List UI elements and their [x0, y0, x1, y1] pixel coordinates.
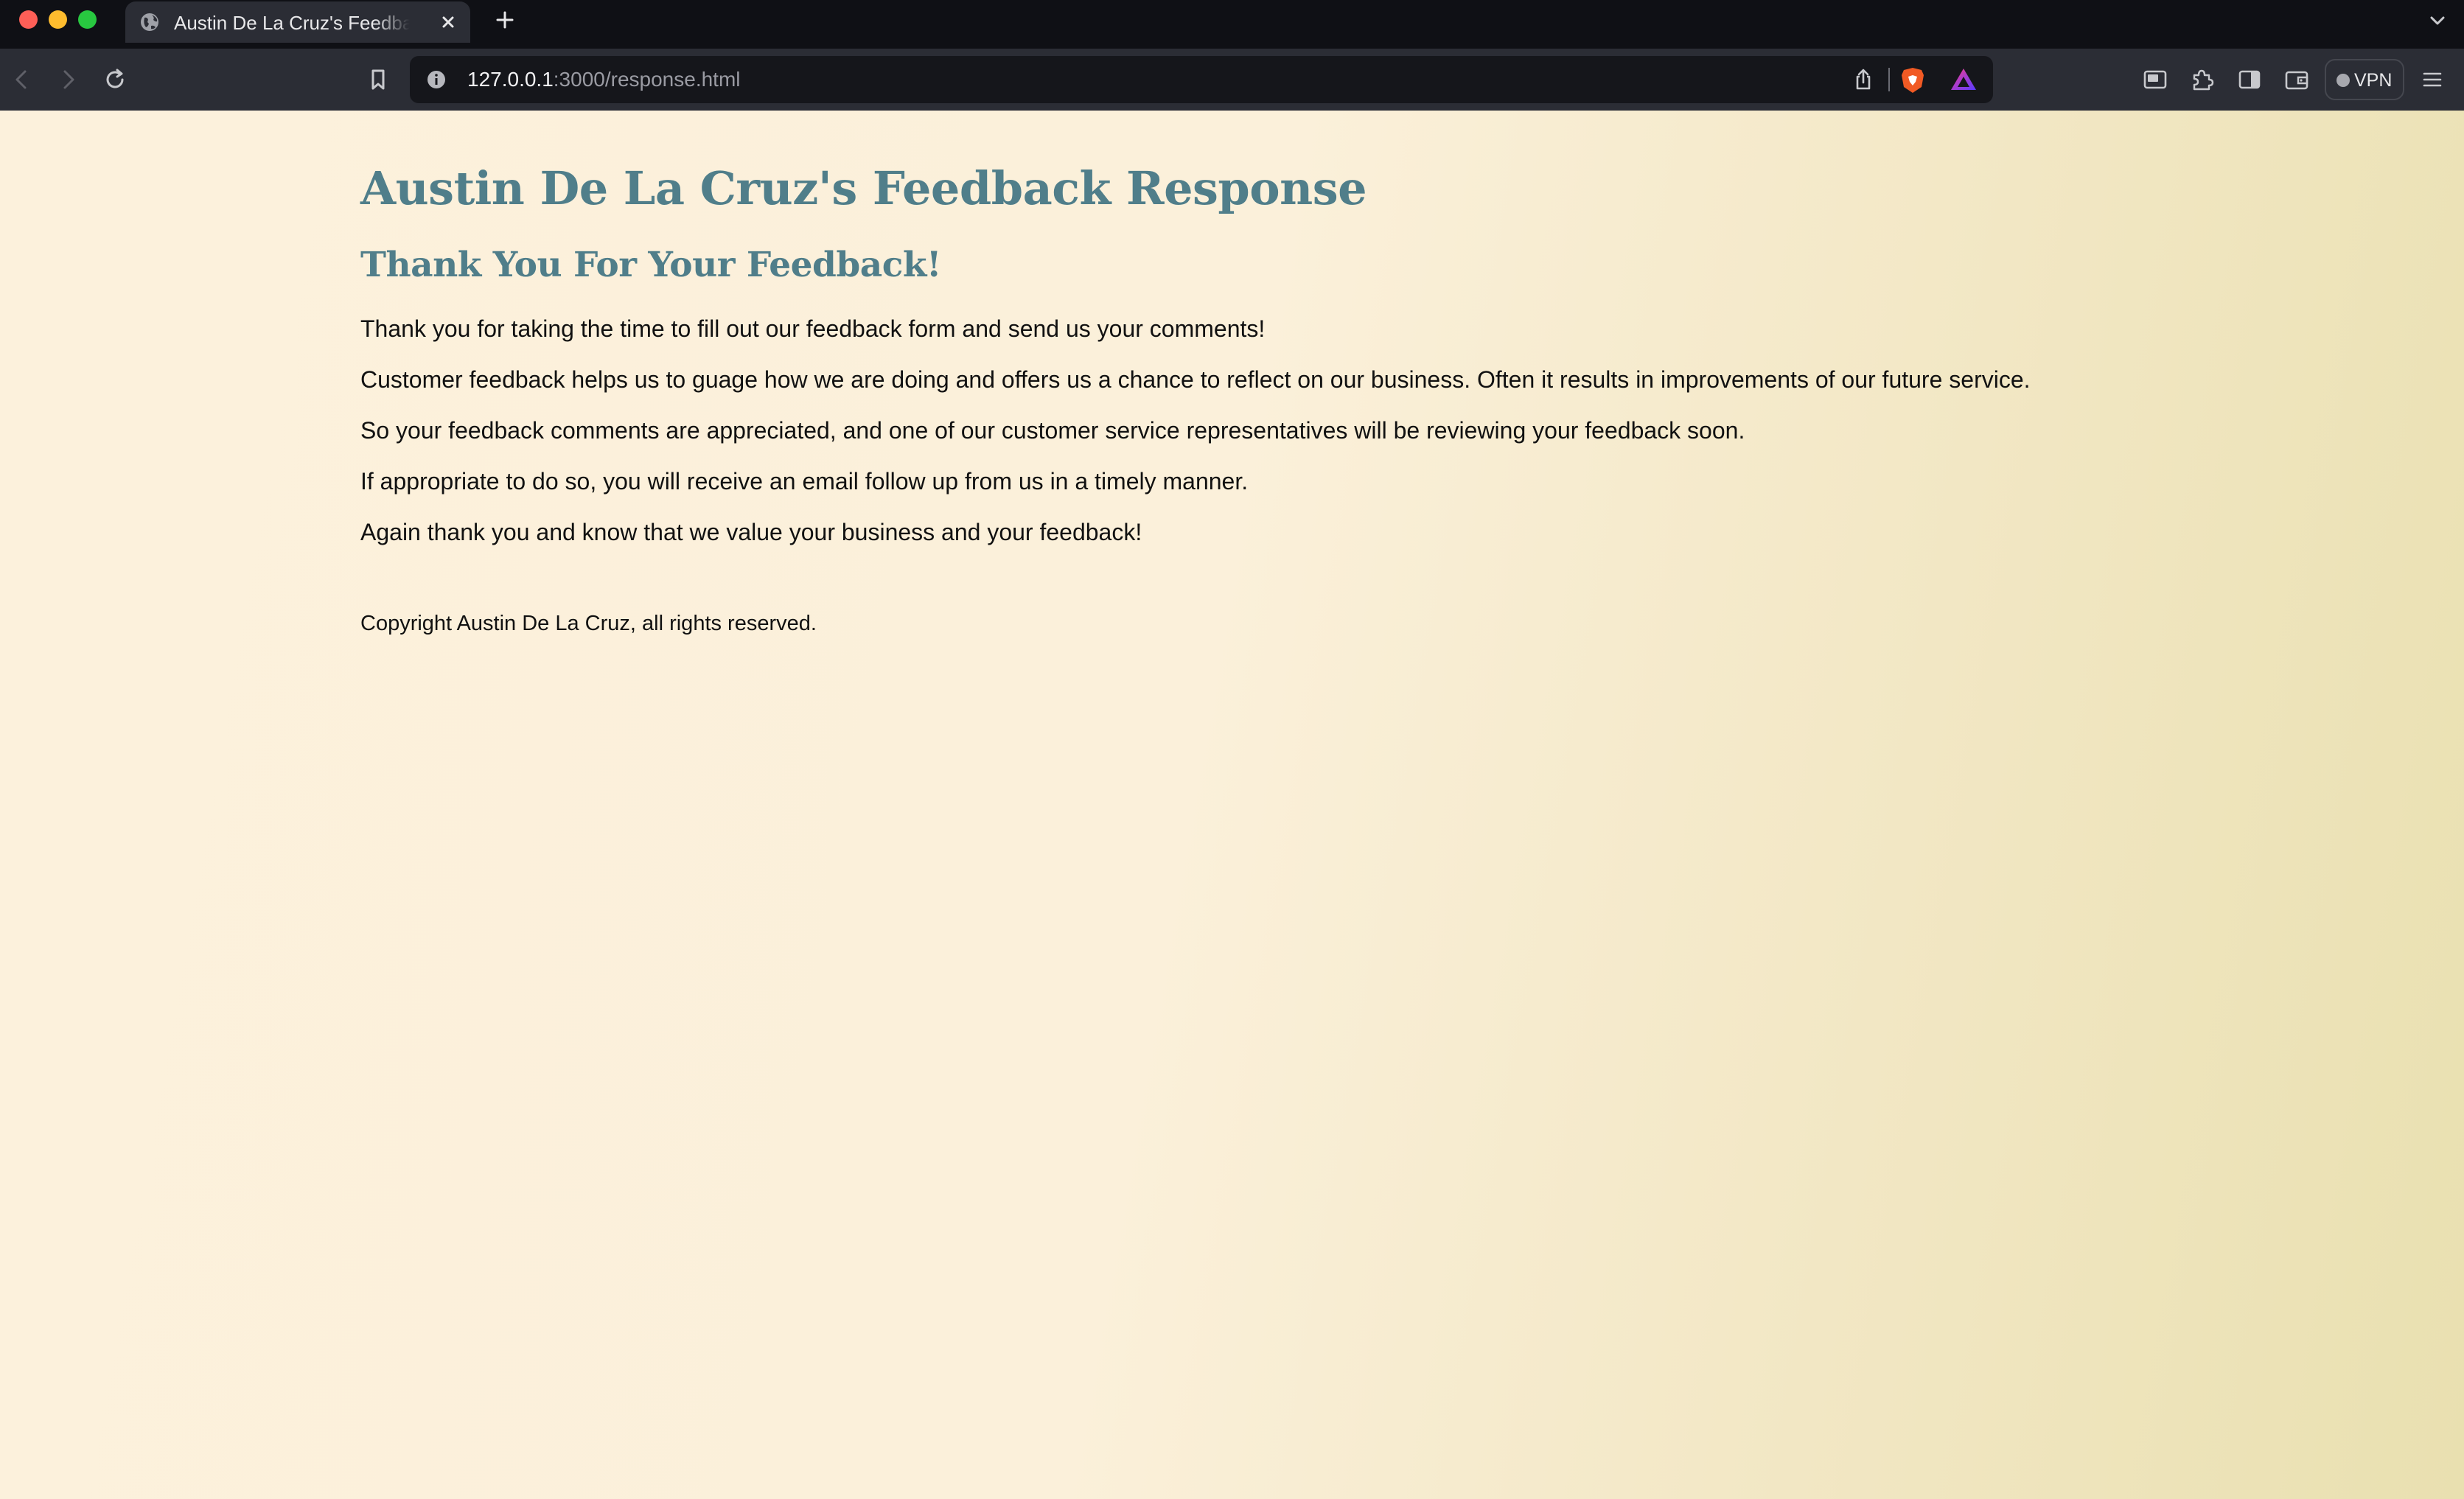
close-icon[interactable]: [436, 10, 460, 34]
back-arrow-icon[interactable]: [7, 65, 37, 94]
browser-window: Austin De La Cruz's Feedback Response: [0, 0, 2464, 1499]
address-bar-divider: [1888, 68, 1890, 91]
bookmark-icon[interactable]: [363, 65, 393, 94]
puzzle-icon[interactable]: [2188, 65, 2217, 94]
pip-icon[interactable]: [2140, 65, 2170, 94]
chevron-down-icon[interactable]: [2426, 9, 2449, 32]
page-viewport: Austin De La Cruz's Feedback Response Th…: [0, 111, 2464, 1499]
copyright-footer: Copyright Austin De La Cruz, all rights …: [360, 612, 817, 635]
close-window-button[interactable]: [19, 10, 38, 29]
paragraph-again-thank-you: Again thank you and know that we value y…: [360, 519, 1142, 545]
vpn-status-icon: [2336, 74, 2350, 87]
active-tab[interactable]: Austin De La Cruz's Feedback Response: [125, 1, 470, 43]
brave-shield-icon[interactable]: [1899, 66, 1927, 95]
browser-toolbar: 127.0.0.1:3000/response.html VPN: [0, 49, 2464, 111]
info-icon[interactable]: [426, 69, 447, 90]
tab-title: Austin De La Cruz's Feedback Response: [174, 12, 410, 34]
hamburger-menu-icon[interactable]: [2418, 65, 2447, 94]
vpn-button[interactable]: VPN: [2325, 59, 2404, 100]
paragraph-appreciated: So your feedback comments are appreciate…: [360, 417, 1745, 444]
url-text[interactable]: 127.0.0.1:3000/response.html: [467, 66, 741, 93]
tab-strip: Austin De La Cruz's Feedback Response: [0, 0, 2464, 49]
address-bar[interactable]: 127.0.0.1:3000/response.html: [410, 56, 1993, 103]
globe-icon: [139, 11, 161, 33]
paragraph-thank-you: Thank you for taking the time to fill ou…: [360, 315, 1266, 342]
paragraph-customer-feedback: Customer feedback helps us to guage how …: [360, 366, 2031, 393]
plus-icon[interactable]: [492, 7, 517, 32]
wallet-icon[interactable]: [2282, 65, 2311, 94]
share-icon[interactable]: [1850, 66, 1877, 93]
url-host: 127.0.0.1: [467, 68, 554, 91]
url-path: :3000/response.html: [553, 68, 741, 91]
forward-arrow-icon[interactable]: [53, 65, 83, 94]
vpn-label: VPN: [2354, 70, 2393, 91]
paragraph-email-follow-up: If appropriate to do so, you will receiv…: [360, 468, 1249, 495]
maximize-window-button[interactable]: [78, 10, 97, 29]
sidebar-icon[interactable]: [2235, 65, 2264, 94]
page-subtitle: Thank You For Your Feedback!: [360, 245, 942, 285]
reload-icon[interactable]: [100, 65, 130, 94]
minimize-window-button[interactable]: [49, 10, 67, 29]
page-title: Austin De La Cruz's Feedback Response: [360, 161, 1367, 215]
rewards-triangle-icon[interactable]: [1949, 66, 1978, 93]
